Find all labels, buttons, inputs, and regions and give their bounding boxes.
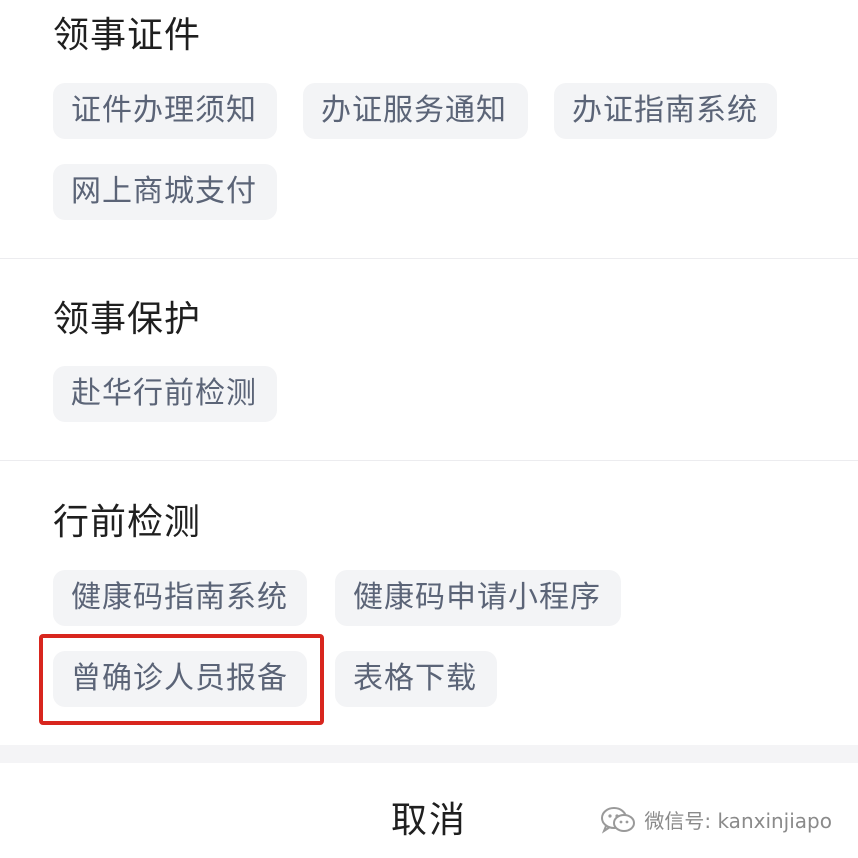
chip-guide-system[interactable]: 办证指南系统 xyxy=(554,83,777,139)
service-menu-sheet: 领事证件 证件办理须知 办证服务通知 办证指南系统 网上商城支付 领事保护 赴华… xyxy=(0,0,858,858)
chip-online-shop-payment[interactable]: 网上商城支付 xyxy=(53,164,277,220)
chip-health-code-miniprogram[interactable]: 健康码申请小程序 xyxy=(335,570,621,626)
section-title-pre-departure-test: 行前检测 xyxy=(53,502,202,543)
chip-form-download[interactable]: 表格下载 xyxy=(335,651,497,707)
divider xyxy=(0,460,858,461)
section-title-consular-documents: 领事证件 xyxy=(53,15,202,56)
divider xyxy=(0,258,858,259)
chip-pre-departure-test[interactable]: 赴华行前检测 xyxy=(53,366,277,422)
watermark: 微信号: kanxinjiapo xyxy=(600,805,832,834)
chip-document-instructions[interactable]: 证件办理须知 xyxy=(53,83,277,139)
section-gap xyxy=(0,745,858,763)
section-title-consular-protection: 领事保护 xyxy=(53,299,202,340)
chip-service-notice[interactable]: 办证服务通知 xyxy=(303,83,528,139)
watermark-text: 微信号: kanxinjiapo xyxy=(644,809,832,833)
wechat-icon xyxy=(600,806,636,834)
highlight-annotation xyxy=(39,634,324,725)
chip-health-code-guide[interactable]: 健康码指南系统 xyxy=(53,570,307,626)
